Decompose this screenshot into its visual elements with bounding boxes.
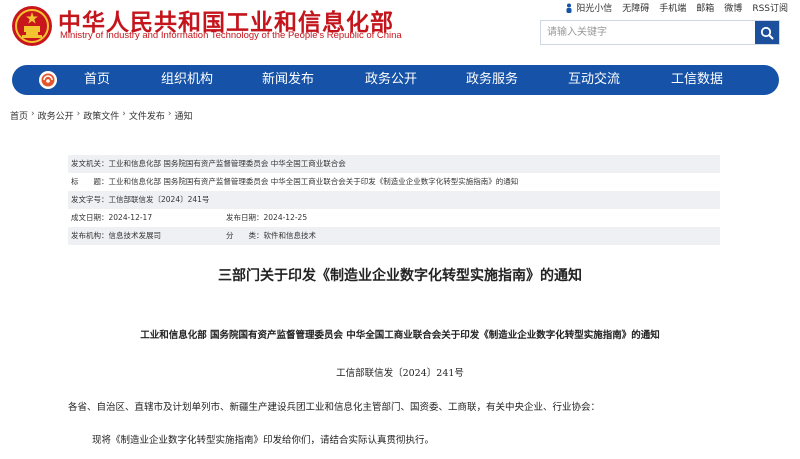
top-link-sunshine[interactable]: 阳光小信 <box>565 1 612 14</box>
nav-item-home[interactable]: 首页 <box>84 65 110 95</box>
nav-item-organization[interactable]: 组织机构 <box>161 65 213 95</box>
search-box <box>540 20 780 45</box>
nav-item-news[interactable]: 新闻发布 <box>262 65 314 95</box>
top-link-accessibility[interactable]: 无障碍 <box>622 1 649 14</box>
ministry-logo-icon <box>39 71 57 89</box>
breadcrumb-gov-affairs[interactable]: 政务公开 <box>38 109 74 122</box>
article-title: 三部门关于印发《制造业企业数字化转型实施指南》的通知 <box>218 268 582 284</box>
site-subtitle: Ministry of Industry and Information Tec… <box>60 30 402 41</box>
article-recipients: 各省、自治区、直辖市及计划单列市、新疆生产建设兵团工业和信息化主管部门、国资委、… <box>68 402 601 413</box>
top-link-weibo[interactable]: 微博 <box>724 1 742 14</box>
breadcrumb-policy-files[interactable]: 政策文件 <box>83 109 119 122</box>
info-row-agency: 发布机构：信息技术发展司 分 类：软件和信息技术 <box>68 227 720 245</box>
article-doc-number: 工信部联信发〔2024〕241号 <box>336 368 464 379</box>
main-nav: 首页 组织机构 新闻发布 政务公开 政务服务 互动交流 工信数据 <box>12 65 779 95</box>
nav-item-interaction[interactable]: 互动交流 <box>568 65 620 95</box>
info-issuer: 发文机关：工业和信息化部 国务院国有资产监督管理委员会 中华全国工商业联合会 <box>71 159 346 168</box>
national-emblem-icon <box>12 6 52 46</box>
nav-item-services[interactable]: 政务服务 <box>466 65 518 95</box>
search-button[interactable] <box>755 21 779 44</box>
info-agency: 发布机构：信息技术发展司 <box>71 231 161 240</box>
nav-item-data[interactable]: 工信数据 <box>671 65 723 95</box>
top-links: 阳光小信 无障碍 手机端 邮箱 微博 RSS订阅 <box>565 1 788 14</box>
breadcrumb-notice[interactable]: 通知 <box>175 109 193 122</box>
info-row-doc-no: 发文字号：工信部联信发〔2024〕241号 <box>68 191 720 209</box>
top-link-mail[interactable]: 邮箱 <box>696 1 714 14</box>
breadcrumb-home[interactable]: 首页 <box>10 109 28 122</box>
info-row-title: 标 题：工业和信息化部 国务院国有资产监督管理委员会 中华全国工商业联合会关于印… <box>68 173 720 191</box>
info-row-dates: 成文日期：2024-12-17 发布日期：2024-12-25 <box>68 209 720 227</box>
site-header: 中华人民共和国工业和信息化部 Ministry of Industry and … <box>0 0 800 60</box>
search-input[interactable] <box>541 21 755 44</box>
info-doc-no: 发文字号：工信部联信发〔2024〕241号 <box>71 195 210 204</box>
info-date-published: 发布日期：2024-12-25 <box>226 213 308 222</box>
article-body-paragraph: 现将《制造业企业数字化转型实施指南》印发给你们，请结合实际认真贯彻执行。 <box>92 435 435 446</box>
info-title: 标 题：工业和信息化部 国务院国有资产监督管理委员会 中华全国工商业联合会关于印… <box>71 177 519 186</box>
breadcrumb-separator: › <box>122 109 126 119</box>
article-issuers: 工业和信息化部 国务院国有资产监督管理委员会 中华全国工商业联合会关于印发《制造… <box>140 330 660 341</box>
top-link-rss[interactable]: RSS订阅 <box>752 1 788 14</box>
info-category: 分 类：软件和信息技术 <box>226 231 316 240</box>
document-info-table: 发文机关：工业和信息化部 国务院国有资产监督管理委员会 中华全国工商业联合会 标… <box>68 155 720 245</box>
breadcrumb-separator: › <box>167 109 172 119</box>
info-row-issuer: 发文机关：工业和信息化部 国务院国有资产监督管理委员会 中华全国工商业联合会 <box>68 155 720 173</box>
breadcrumb: 首页 › 政务公开 › 政策文件 › 文件发布 › 通知 <box>10 109 193 122</box>
breadcrumb-separator: › <box>76 109 81 119</box>
top-link-label: 阳光小信 <box>576 4 613 14</box>
search-icon <box>760 26 774 39</box>
breadcrumb-file-release[interactable]: 文件发布 <box>129 109 165 122</box>
top-link-mobile[interactable]: 手机端 <box>659 1 686 14</box>
nav-item-government-affairs[interactable]: 政务公开 <box>365 65 417 95</box>
info-date-created: 成文日期：2024-12-17 <box>71 213 153 222</box>
person-icon <box>566 3 572 13</box>
breadcrumb-separator: › <box>31 109 35 119</box>
